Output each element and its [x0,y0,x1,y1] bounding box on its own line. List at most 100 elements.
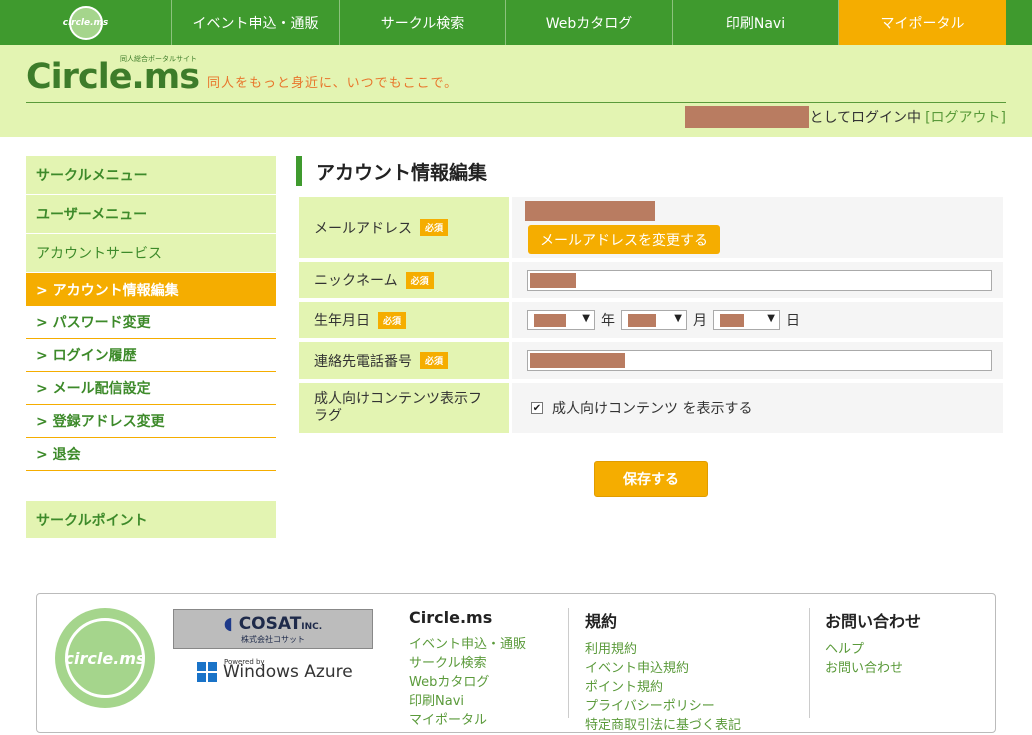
cosat-logo[interactable]: ◖ COSATINC. 株式会社コサット [173,609,373,649]
footer-link[interactable]: 印刷Navi [409,692,526,711]
adult-content-checkbox[interactable]: ✔ [531,402,543,414]
footer-link[interactable]: ポイント規約 [585,678,741,697]
page-title: アカウント情報編集 [296,156,1003,186]
phone-label: 連絡先電話番号 必須 [299,342,509,379]
cosat-japanese: 株式会社コサット [241,634,305,644]
sidebar-item-address-change[interactable]: > 登録アドレス変更 [26,405,276,438]
footer-link[interactable]: 利用規約 [585,640,741,659]
nickname-label: ニックネーム 必須 [299,262,509,298]
cosat-name: COSAT [238,613,302,634]
birth-year-select[interactable]: ▼ [527,310,595,330]
nickname-value [512,262,1003,298]
footer-heading: Circle.ms [409,608,493,627]
month-unit: 月 [693,313,707,329]
sidebar-item-account-edit[interactable]: > アカウント情報編集 [26,273,276,306]
footer-link[interactable]: サークル検索 [409,654,526,673]
logout-link[interactable]: [ログアウト] [925,107,1006,127]
nav-event-apply[interactable]: イベント申込・通販 [172,0,340,45]
adult-content-value: ✔ 成人向けコンテンツ を表示する [512,383,1003,433]
day-unit: 日 [786,313,800,329]
chevron-down-icon: ▼ [767,313,775,324]
footer-col-contact: お問い合わせ ヘルプ お問い合わせ [825,608,921,678]
header-divider [26,102,1006,103]
redacted-username [685,106,810,128]
sidebar-item-login-history[interactable]: > ログイン履歴 [26,339,276,372]
required-badge: 必須 [420,219,449,236]
nav-web-catalog[interactable]: Webカタログ [506,0,673,45]
footer-col-circlems: Circle.ms イベント申込・通販 サークル検索 Webカタログ 印刷Nav… [409,608,526,730]
save-area: 保存する [594,461,708,497]
birthday-label: 生年月日 必須 [299,302,509,338]
sidebar-item-withdraw[interactable]: > 退会 [26,438,276,471]
sidebar-circle-point[interactable]: サークルポイント [26,501,276,539]
footer-heading: 規約 [585,612,618,631]
cosat-inc: INC. [301,621,323,632]
phone-value [512,342,1003,379]
footer-circle-ms-logo[interactable]: circle.ms [55,608,155,708]
sidebar-circle-menu[interactable]: サークルメニュー [26,156,276,195]
sidebar-item-mail-settings[interactable]: > メール配信設定 [26,372,276,405]
save-button[interactable]: 保存する [594,461,708,497]
required-badge: 必須 [405,271,434,289]
nav-filler [1006,0,1032,45]
nav-circle-search[interactable]: サークル検索 [340,0,506,45]
adult-content-checkbox-label[interactable]: 成人向けコンテンツ を表示する [552,398,752,418]
sidebar: サークルメニュー ユーザーメニュー アカウントサービス > アカウント情報編集 … [26,156,276,539]
footer-link[interactable]: ヘルプ [825,640,921,659]
circle-ms-logo[interactable]: Circle.ms [26,59,200,95]
nav-my-portal[interactable]: マイポータル [839,0,1006,45]
windows-azure-logo[interactable]: Powered by Windows Azure [197,658,353,682]
email-row: メールアドレス 必須 メールアドレスを変更する [296,197,1003,258]
windows-icon [197,662,217,682]
footer-link[interactable]: 特定商取引法に基づく表記 [585,716,741,735]
birth-month-select[interactable]: ▼ [621,310,687,330]
tagline: 同人をもっと身近に、いつでもここで。 [207,76,459,91]
adult-content-row: 成人向けコンテンツ表示フラグ ✔ 成人向けコンテンツ を表示する [296,383,1003,433]
redacted-phone [530,353,625,368]
footer-link[interactable]: マイポータル [409,711,526,730]
footer-col-terms: 規約 利用規約 イベント申込規約 ポイント規約 プライバシーポリシー 特定商取引… [585,608,741,735]
sidebar-item-password[interactable]: > パスワード変更 [26,306,276,339]
logo-subtitle: 同人総合ポータルサイト [120,55,197,63]
required-badge: 必須 [420,352,449,369]
chevron-down-icon: ▼ [582,313,590,324]
site-header: Circle.ms 同人総合ポータルサイト 同人をもっと身近に、いつでもここで。… [0,45,1032,137]
footer-link[interactable]: プライバシーポリシー [585,697,741,716]
birth-day-select[interactable]: ▼ [713,310,780,330]
year-unit: 年 [601,313,615,329]
change-email-button[interactable]: メールアドレスを変更する [528,225,720,254]
sidebar-account-service[interactable]: アカウントサービス [26,234,276,273]
nav-print-navi[interactable]: 印刷Navi [673,0,839,45]
phone-input[interactable] [527,350,992,371]
footer-divider [568,608,569,718]
email-label: メールアドレス 必須 [299,197,509,258]
footer-heading: お問い合わせ [825,612,922,631]
main-content: アカウント情報編集 メールアドレス 必須 メールアドレスを変更する ニックネーム… [296,156,1003,497]
brand: Circle.ms 同人総合ポータルサイト 同人をもっと身近に、いつでもここで。 [26,55,459,95]
login-status: としてログイン中 [ログアウト] [685,106,1006,128]
footer-link[interactable]: イベント申込・通販 [409,635,526,654]
footer-divider [809,608,810,718]
footer: circle.ms ◖ COSATINC. 株式会社コサット Powered b… [36,593,996,733]
adult-content-label: 成人向けコンテンツ表示フラグ [299,383,509,433]
birthday-row: 生年月日 必須 ▼ 年 ▼ 月 ▼ 日 [296,302,1003,338]
redacted-nickname [530,272,576,288]
phone-row: 連絡先電話番号 必須 [296,342,1003,379]
email-value: メールアドレスを変更する [512,197,1003,258]
birthday-value: ▼ 年 ▼ 月 ▼ 日 [512,302,1003,338]
top-navigation: circle.ms イベント申込・通販 サークル検索 Webカタログ 印刷Nav… [0,0,1032,45]
azure-powered-by: Powered by [224,658,265,666]
sidebar-user-menu[interactable]: ユーザーメニュー [26,195,276,234]
chevron-down-icon: ▼ [674,313,682,324]
footer-logo-text: circle.ms [65,618,145,698]
footer-link[interactable]: Webカタログ [409,673,526,692]
login-status-text: としてログイン中 [809,110,922,126]
account-form: メールアドレス 必須 メールアドレスを変更する ニックネーム 必須 生年月日 必… [296,197,1003,433]
home-link[interactable]: circle.ms [0,0,172,45]
footer-link[interactable]: イベント申込規約 [585,659,741,678]
nickname-input[interactable] [527,269,992,291]
footer-link[interactable]: お問い合わせ [825,659,921,678]
circle-ms-logo-icon: circle.ms [63,5,108,40]
required-badge: 必須 [378,311,407,329]
redacted-email [525,201,655,221]
